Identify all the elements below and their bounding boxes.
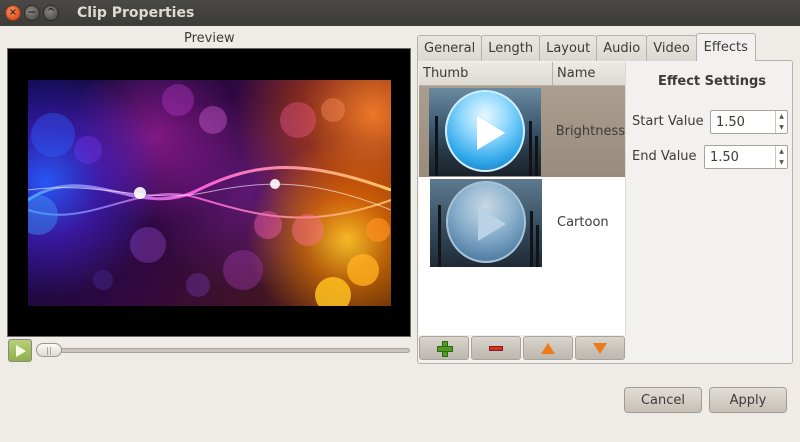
- tab-layout[interactable]: Layout: [539, 35, 598, 61]
- play-disc-icon: [445, 89, 526, 172]
- close-window-icon[interactable]: ×: [5, 5, 21, 21]
- end-value-label: End Value: [632, 149, 697, 164]
- tab-general[interactable]: General: [417, 35, 483, 61]
- timeline-slider-handle[interactable]: ||: [36, 343, 62, 357]
- video-preview: [7, 48, 411, 337]
- brightness-thumbnail: [429, 87, 542, 176]
- thumb-cell: [419, 86, 552, 177]
- plus-icon: [437, 341, 453, 357]
- remove-effect-button[interactable]: [471, 336, 521, 360]
- minus-icon: [489, 345, 503, 351]
- video-frame-image: [28, 80, 391, 306]
- column-header-name[interactable]: Name: [553, 62, 625, 85]
- tab-effects[interactable]: Effects: [695, 33, 756, 61]
- effect-row-brightness[interactable]: Brightness: [419, 86, 625, 177]
- cancel-button[interactable]: Cancel: [624, 387, 702, 413]
- title-bar: × − ^ Clip Properties: [0, 0, 800, 26]
- spin-up-icon[interactable]: ▲: [776, 146, 787, 157]
- tab-bar: General Length Layout Audio Video Effect…: [417, 33, 756, 61]
- move-effect-up-button[interactable]: [523, 336, 573, 360]
- light-wave-graphic: [28, 84, 391, 306]
- tab-video[interactable]: Video: [646, 35, 697, 61]
- preview-label: Preview: [184, 31, 235, 46]
- minimize-window-icon[interactable]: −: [24, 5, 40, 21]
- tab-length[interactable]: Length: [481, 35, 541, 61]
- thumb-cell: [419, 177, 553, 268]
- window-title: Clip Properties: [77, 5, 195, 21]
- effect-row-cartoon[interactable]: Cartoon: [419, 177, 625, 268]
- end-value-input[interactable]: [705, 146, 776, 168]
- play-disc-icon: [446, 180, 526, 263]
- effect-name: Brightness: [555, 124, 625, 139]
- move-effect-down-button[interactable]: [575, 336, 625, 360]
- effects-list-toolbar: [419, 336, 626, 362]
- add-effect-button[interactable]: [419, 336, 469, 360]
- start-value-spinbox[interactable]: ▲ ▼: [710, 110, 788, 134]
- effect-settings-title: Effect Settings: [658, 74, 767, 89]
- play-icon: [16, 344, 26, 357]
- cartoon-thumbnail: [430, 178, 542, 267]
- tab-audio[interactable]: Audio: [596, 35, 648, 61]
- apply-button[interactable]: Apply: [709, 387, 787, 413]
- start-value-input[interactable]: [711, 111, 776, 133]
- maximize-window-icon[interactable]: ^: [43, 5, 59, 21]
- play-button[interactable]: [8, 339, 32, 362]
- start-value-label: Start Value: [632, 114, 704, 129]
- spin-down-icon[interactable]: ▼: [776, 157, 787, 168]
- spin-up-icon[interactable]: ▲: [776, 111, 787, 122]
- arrow-down-icon: [593, 342, 607, 354]
- column-header-thumb[interactable]: Thumb: [419, 62, 553, 85]
- effects-list-header: Thumb Name: [419, 62, 625, 86]
- timeline-slider-track[interactable]: [36, 348, 410, 353]
- end-value-spinbox[interactable]: ▲ ▼: [704, 145, 788, 169]
- arrow-up-icon: [541, 342, 555, 354]
- spin-down-icon[interactable]: ▼: [776, 122, 787, 133]
- effect-name: Cartoon: [557, 215, 609, 230]
- effects-list[interactable]: Thumb Name Brightness Cartoon: [419, 62, 626, 335]
